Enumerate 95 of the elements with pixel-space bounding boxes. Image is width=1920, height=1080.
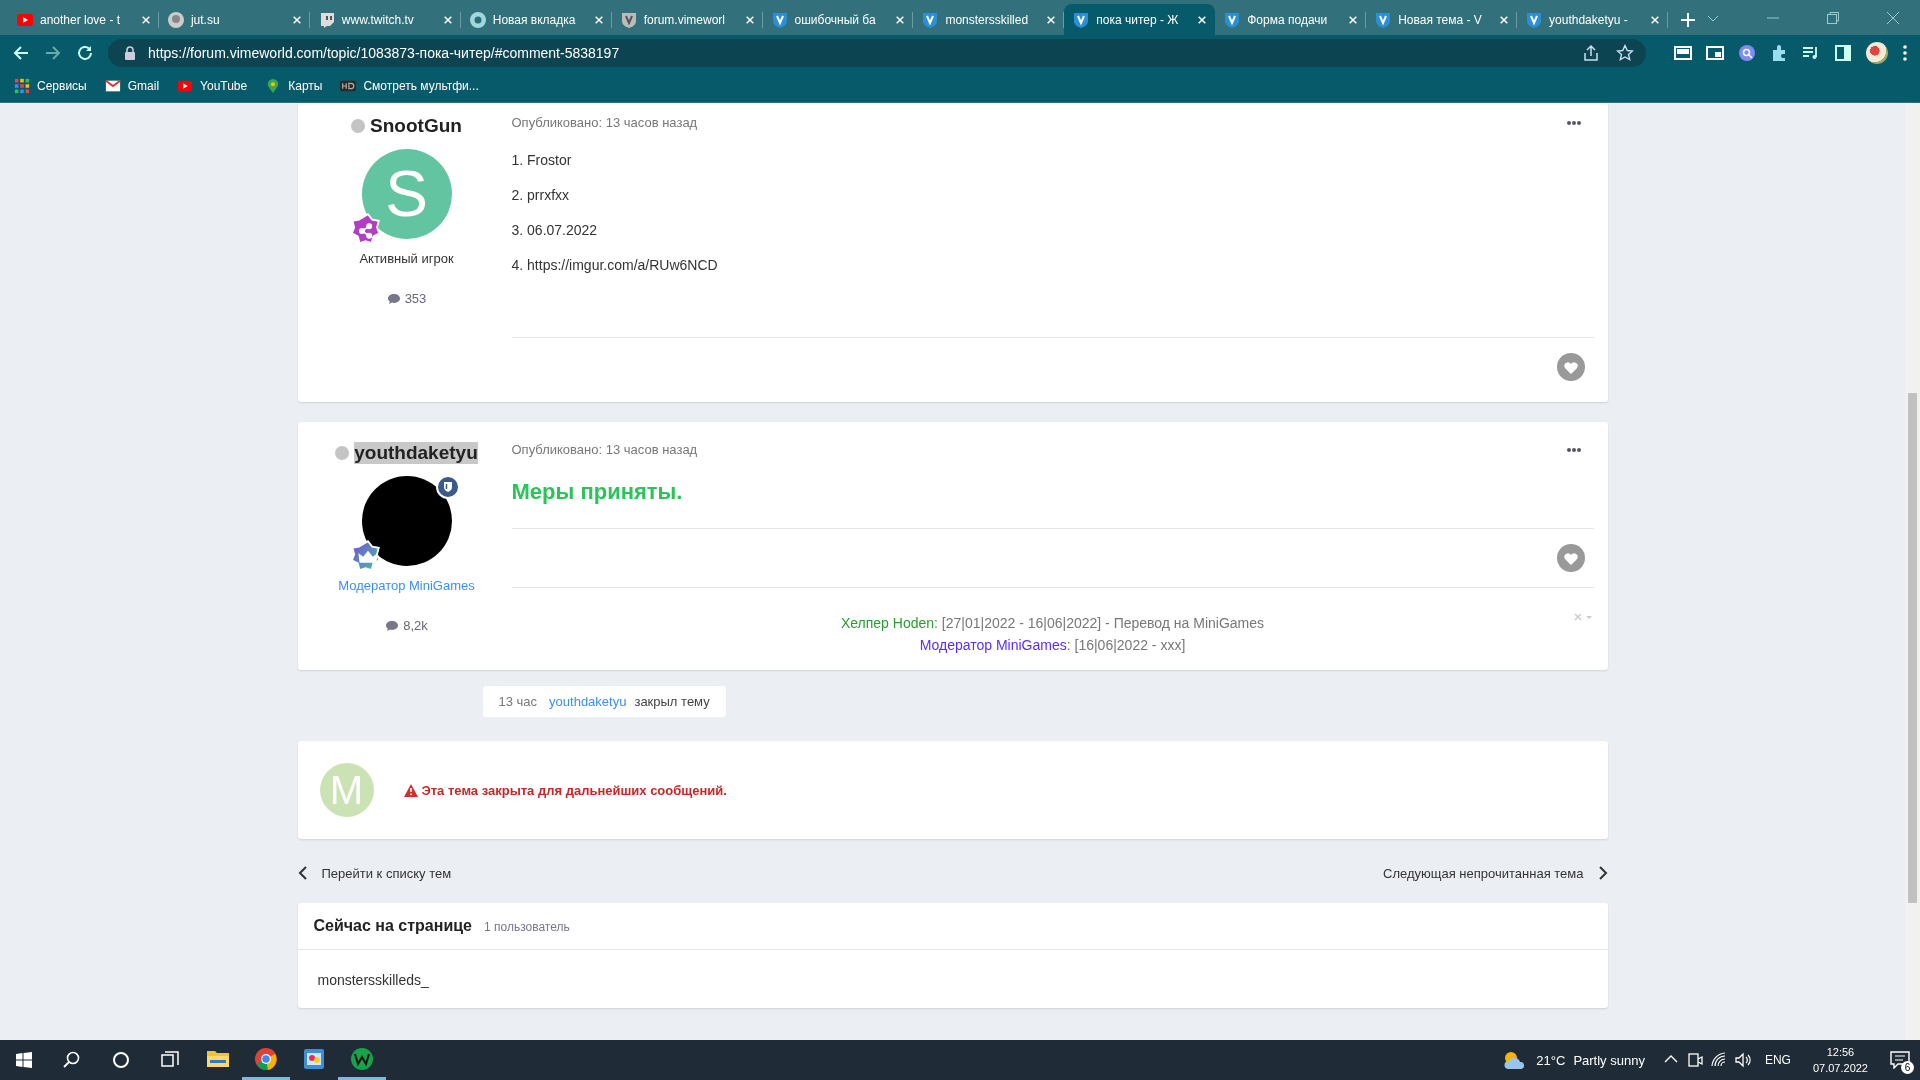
- browser-tab[interactable]: Новая тема - V: [1366, 4, 1518, 35]
- browser-tab[interactable]: Новая вкладка: [460, 4, 612, 35]
- event-time: 13 час: [498, 694, 538, 709]
- wifi-icon[interactable]: [1709, 1051, 1728, 1069]
- restore-icon[interactable]: [1826, 10, 1840, 25]
- reload-icon[interactable]: [76, 43, 94, 62]
- shield-icon: [619, 10, 638, 29]
- play-icon: [177, 78, 194, 94]
- shield-icon: [921, 10, 940, 29]
- pip-icon[interactable]: [1706, 43, 1724, 62]
- post-date: Опубликовано: 13 часов назад: [511, 442, 698, 457]
- notifications-button[interactable]: 6: [1880, 1040, 1920, 1080]
- browser-tab[interactable]: Форма подачи: [1215, 4, 1367, 35]
- notice-text: Эта тема закрыта для дальнейших сообщений.: [421, 782, 727, 798]
- close-icon[interactable]: [1886, 10, 1900, 25]
- hd-icon: [340, 78, 357, 94]
- more-icon[interactable]: [1565, 119, 1582, 126]
- more-icon[interactable]: [1565, 446, 1582, 453]
- cloud-sun-icon: [1502, 1050, 1527, 1070]
- browser-tab[interactable]: пока читер - Ж: [1064, 4, 1216, 35]
- browser-tab[interactable]: another love - t: [8, 4, 159, 35]
- paint-icon: [302, 1046, 326, 1071]
- shield-badge-icon: [435, 475, 460, 499]
- speaker-icon[interactable]: [1733, 1051, 1752, 1069]
- user-rank: Активный игрок: [359, 251, 454, 266]
- chevron-right-icon: [1597, 865, 1608, 881]
- lock-icon: [124, 45, 136, 60]
- warning-icon: [403, 783, 418, 797]
- shield-icon: [1525, 10, 1544, 29]
- share-icon[interactable]: [1582, 43, 1600, 62]
- bookmark[interactable]: Смотреть мультфи...: [340, 78, 479, 94]
- signature-line: Хелпер Hoden: [27|01|2022 - 16|06|2022] - Перевод на MiniGames: [840, 614, 1265, 633]
- address-bar[interactable]: https://forum.vimeworld.com/topic/1083873-пока-читер/#comment-5838197: [108, 38, 1646, 67]
- post-headline: Меры приняты.: [511, 479, 684, 505]
- browser-tab[interactable]: ошибочный ба: [762, 4, 914, 35]
- post-text: 2. prrxfxx: [511, 187, 571, 203]
- post-count: 353: [404, 291, 427, 306]
- notification-count: 6: [1901, 1061, 1914, 1074]
- bookmark[interactable]: Карты: [265, 78, 323, 94]
- bookmark[interactable]: YouTube: [177, 78, 248, 94]
- scrollbar[interactable]: [1905, 103, 1920, 1040]
- shield-icon: [1374, 10, 1393, 29]
- shield-icon: [770, 10, 789, 29]
- next-link[interactable]: Следующая непрочитанная тема: [1383, 865, 1608, 881]
- camera-icon[interactable]: [1685, 1051, 1704, 1069]
- language-indicator[interactable]: ENG: [1764, 1053, 1791, 1067]
- circle-icon[interactable]: [112, 1051, 130, 1069]
- profile-avatar[interactable]: [1866, 41, 1888, 64]
- back-icon[interactable]: [12, 43, 30, 62]
- post-date: Опубликовано: 13 часов назад: [511, 115, 698, 130]
- new-tab-icon[interactable]: [1679, 12, 1696, 28]
- circle-icon: [166, 10, 185, 29]
- browser-tab[interactable]: jut.su: [158, 4, 310, 35]
- search-icon[interactable]: [1738, 43, 1756, 62]
- shield-icon: [1223, 10, 1242, 29]
- weather-widget[interactable]: 21°C Partly sunny: [1502, 1050, 1645, 1070]
- star-icon[interactable]: [1616, 43, 1634, 62]
- post-text: 1. Frostor: [511, 152, 573, 168]
- username[interactable]: youthdaketyu: [354, 442, 478, 464]
- side-panel-icon[interactable]: [1834, 43, 1852, 62]
- grid-icon: [14, 78, 30, 94]
- post-count: 8,2k: [403, 618, 428, 633]
- username[interactable]: SnootGun: [370, 115, 462, 137]
- windows-start-icon[interactable]: [16, 1052, 32, 1068]
- post-text: 4. https://imgur.com/a/RUw6NCD: [511, 257, 719, 273]
- message-icon: [1890, 1051, 1910, 1069]
- bookmark[interactable]: Сервисы: [14, 78, 87, 94]
- search-icon[interactable]: [63, 1051, 81, 1069]
- forward-icon[interactable]: [44, 43, 62, 62]
- comment-icon: [386, 292, 401, 305]
- browser-tab[interactable]: forum.vimeworl: [611, 4, 763, 35]
- post-text: 3. 06.07.2022: [511, 222, 599, 238]
- puzzle-icon[interactable]: [1770, 43, 1788, 62]
- browser-tab[interactable]: www.twitch.tv: [309, 4, 461, 35]
- previous-link[interactable]: Перейти к списку тем: [297, 865, 452, 881]
- user-link[interactable]: monstersskilleds_: [317, 972, 429, 988]
- browser-tab[interactable]: youthdaketyu -: [1517, 4, 1668, 35]
- task-view-icon[interactable]: [161, 1051, 179, 1069]
- section-title: Сейчас на странице: [313, 917, 472, 935]
- screen-icon[interactable]: [1674, 43, 1692, 62]
- mail-icon: [104, 78, 121, 94]
- event-text: закрыл тему: [634, 694, 710, 709]
- browser-tab[interactable]: monstersskilled: [913, 4, 1065, 35]
- user-rank: Модератор MiniGames: [338, 578, 475, 593]
- shield-icon: [1072, 10, 1091, 29]
- app-icon: [350, 1046, 374, 1071]
- user-count: 1 пользователь: [483, 920, 570, 934]
- comment-icon: [385, 619, 400, 632]
- user-avatar[interactable]: [361, 476, 452, 566]
- signature-line: Модератор MiniGames: [16|06|2022 - xxx]: [919, 636, 1186, 655]
- bookmark[interactable]: Gmail: [104, 78, 160, 94]
- clock[interactable]: 12:56 07.07.2022: [1812, 1044, 1868, 1076]
- more-icon[interactable]: [1902, 43, 1908, 62]
- chevron-left-icon: [297, 865, 308, 881]
- user-avatar: M: [319, 763, 374, 817]
